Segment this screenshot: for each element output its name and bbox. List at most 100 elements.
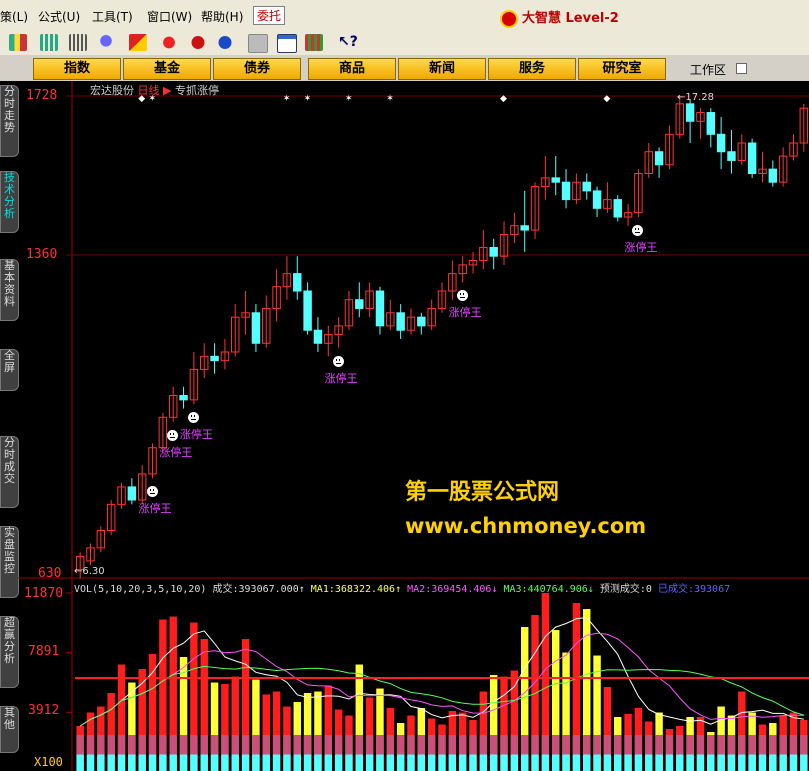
- nav-news[interactable]: 新闻: [398, 58, 486, 80]
- candle-body: [406, 316, 416, 331]
- sidetab-analysis[interactable]: 超赢分析: [0, 616, 19, 688]
- nav-research[interactable]: 研究室: [578, 58, 666, 80]
- volume-bar-base: [272, 754, 281, 771]
- volume-bar: [355, 664, 364, 771]
- money-icon[interactable]: [189, 34, 207, 51]
- workspace-label[interactable]: 工作区: [690, 61, 726, 78]
- chart-icon[interactable]: [40, 34, 58, 51]
- volume-bar: [293, 702, 301, 771]
- volume-bar-mid: [148, 735, 157, 755]
- vol-params: VOL(5,10,20,3,5,10,20): [74, 584, 207, 595]
- sidetab-fundamentals[interactable]: 基本资料: [0, 259, 19, 321]
- volume-bar-base: [365, 754, 374, 771]
- volume-bar: [159, 619, 167, 771]
- volume-bar: [345, 715, 353, 771]
- bars-icon[interactable]: [69, 34, 87, 51]
- volume-bar-mid: [345, 735, 353, 755]
- volume-bar-mid: [458, 735, 467, 755]
- menu-window[interactable]: 窗口(W): [147, 8, 192, 25]
- volume-bar-base: [179, 754, 188, 771]
- volume-bar: [272, 691, 281, 771]
- info-icon[interactable]: [216, 34, 234, 51]
- volume-bar-base: [303, 754, 312, 771]
- period-label[interactable]: 日线: [138, 84, 160, 97]
- volume-bar-base: [386, 754, 395, 771]
- volume-bar-mid: [231, 735, 239, 755]
- vol-ma3-label: MA3:: [503, 584, 528, 595]
- entrust-button[interactable]: 委托: [253, 6, 286, 25]
- sidetab-monitor[interactable]: 实盘监控: [0, 526, 19, 598]
- help-pointer-icon[interactable]: ↖?: [338, 34, 358, 51]
- volume-bar: [303, 693, 312, 771]
- sidetab-trades[interactable]: 分时成交: [0, 436, 19, 508]
- candle-body: [324, 334, 333, 344]
- nav-bond[interactable]: 债券: [213, 58, 301, 80]
- volume-bar: [655, 712, 663, 771]
- volume-bar-base: [448, 754, 457, 771]
- volume-bar: [283, 706, 291, 771]
- books-icon[interactable]: [305, 34, 323, 51]
- top-marker: ✶: [283, 94, 291, 104]
- candle-body: [592, 190, 602, 209]
- nav-fund[interactable]: 基金: [123, 58, 211, 80]
- volume-bar: [717, 706, 725, 771]
- window-icon[interactable]: [277, 34, 297, 53]
- nav-service[interactable]: 服务: [488, 58, 576, 80]
- volume-bar-base: [438, 754, 446, 771]
- menu-help[interactable]: 帮助(H): [201, 8, 243, 25]
- volume-bar: [634, 708, 643, 771]
- quote-icon[interactable]: [9, 34, 27, 51]
- candle-body: [458, 264, 467, 275]
- stock-name[interactable]: 宏达股份: [90, 84, 134, 97]
- nav-commodity[interactable]: 商品: [308, 58, 396, 80]
- volume-bar: [665, 729, 674, 771]
- volume-bar-base: [634, 754, 643, 771]
- vol-ma1: 368322.406↑: [334, 584, 402, 595]
- sidetab-fullscreen[interactable]: 全屏: [0, 349, 19, 391]
- volume-bar-mid: [593, 735, 601, 755]
- candle-body: [468, 260, 478, 266]
- volume-bar: [376, 688, 384, 771]
- volume-bar-base: [738, 754, 746, 771]
- print-icon[interactable]: [248, 34, 268, 53]
- volume-bar-base: [231, 754, 239, 771]
- nav-index[interactable]: 指数: [33, 58, 121, 80]
- warning-icon[interactable]: [129, 34, 147, 51]
- period-arrow-icon[interactable]: ▶: [163, 84, 171, 97]
- volume-bar: [86, 712, 95, 771]
- volume-bar: [97, 706, 105, 771]
- menu-tools[interactable]: 工具(T): [92, 8, 133, 25]
- candle-body: [706, 112, 716, 135]
- volume-bar-mid: [624, 735, 632, 755]
- watermark-title: 第一股票公式网: [405, 480, 560, 505]
- volume-bar-mid: [252, 735, 260, 755]
- sidetab-technical[interactable]: 技术分析: [0, 171, 19, 233]
- volume-bar-mid: [448, 735, 457, 755]
- volume-bar-base: [645, 754, 653, 771]
- volume-bar: [645, 721, 653, 771]
- volume-bar: [448, 711, 457, 771]
- alarm-icon[interactable]: [97, 34, 115, 51]
- sidetab-other[interactable]: 其他: [0, 706, 19, 753]
- volume-bar-base: [128, 754, 136, 771]
- volume-bar-base: [727, 754, 736, 771]
- volume-bar-base: [148, 754, 157, 771]
- sidetab-intraday[interactable]: 分时走势: [0, 85, 19, 157]
- kline-chart: ◆ ✶ ✶ ✶ ✶ ✶ ◆ ◆: [18, 81, 809, 771]
- flag-icon[interactable]: [160, 34, 178, 51]
- candle-body: [127, 486, 137, 501]
- volume-bar: [386, 708, 395, 771]
- candle-body: [520, 225, 529, 231]
- volume-bar: [469, 720, 477, 771]
- volume-bar: [531, 615, 539, 771]
- volume-ma-line: [79, 616, 804, 727]
- volume-bar-mid: [727, 735, 736, 755]
- volume-bar-mid: [76, 735, 84, 755]
- volume-bar-mid: [355, 735, 364, 755]
- volume-bar-base: [159, 754, 167, 771]
- indicator-name[interactable]: 专抓涨停: [175, 84, 219, 97]
- menu-formula[interactable]: 公式(U): [38, 8, 80, 25]
- workspace-dropdown-icon[interactable]: [736, 63, 747, 74]
- menu-strategy[interactable]: 策(L): [0, 8, 28, 25]
- volume-bar-base: [345, 754, 353, 771]
